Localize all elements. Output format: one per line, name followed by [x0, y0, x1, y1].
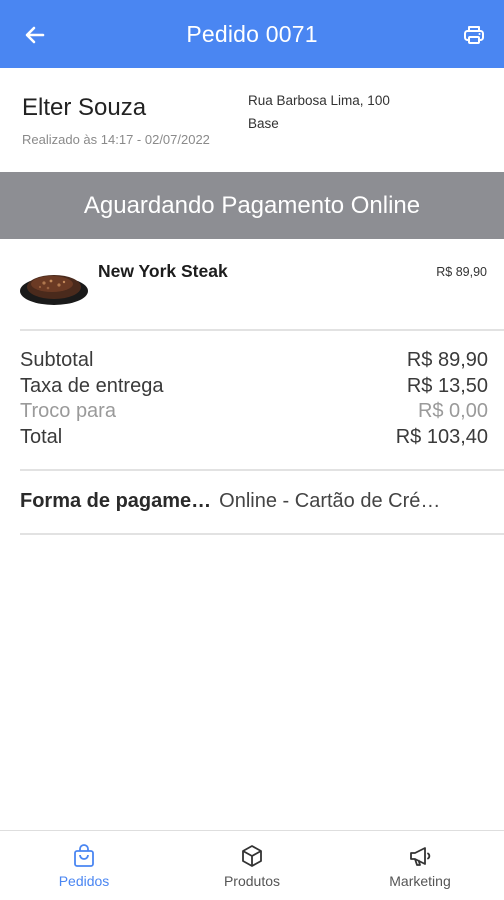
tab-pedidos-label: Pedidos — [58, 873, 110, 889]
bottom-nav: Pedidos Produtos Marketing — [0, 830, 504, 900]
back-button[interactable] — [20, 20, 50, 50]
page-title: Pedido 0071 — [186, 20, 318, 47]
divider — [20, 469, 504, 471]
subtotal-value: R$ 89,90 — [406, 349, 488, 371]
total-label: Total — [20, 425, 63, 448]
customer-info: Elter Souza Realizado às 14:17 - 02/07/2… — [0, 68, 504, 172]
box-icon — [242, 845, 262, 867]
change-row: Troco para R$ 0,00 — [20, 399, 488, 425]
subtotal-row: Subtotal R$ 89,90 — [20, 348, 488, 374]
order-status-banner: Aguardando Pagamento Online — [0, 172, 504, 239]
delivery-fee-label: Taxa de entrega — [20, 374, 164, 397]
tab-marketing[interactable]: Marketing — [336, 831, 504, 900]
tab-produtos[interactable]: Produtos — [168, 831, 336, 900]
order-item: New York Steak R$ 89,90 — [0, 239, 504, 331]
address-line1: Rua Barbosa Lima, 100 — [248, 93, 390, 108]
address-line2: Base — [248, 116, 279, 131]
divider — [20, 533, 504, 535]
payment-method: Forma de pagame… Online - Cartão de Cré… — [20, 490, 488, 513]
change-label: Troco para — [20, 400, 116, 422]
order-totals: Subtotal R$ 89,90 Taxa de entrega R$ 13,… — [20, 348, 488, 450]
item-price: R$ 89,90 — [436, 265, 487, 279]
total-value: R$ 103,40 — [395, 425, 488, 448]
item-name: New York Steak — [98, 261, 228, 281]
steak-image — [20, 275, 88, 305]
change-value: R$ 0,00 — [417, 400, 488, 422]
print-button[interactable] — [460, 21, 488, 49]
delivery-fee-row: Taxa de entrega R$ 13,50 — [20, 374, 488, 400]
megaphone-icon — [410, 847, 431, 866]
order-timestamp: Realizado às 14:17 - 02/07/2022 — [22, 132, 210, 147]
tab-marketing-label: Marketing — [389, 873, 451, 889]
payment-label: Forma de pagame… — [20, 490, 212, 512]
delivery-fee-value: R$ 13,50 — [406, 374, 488, 397]
app-header: Pedido 0071 — [0, 0, 504, 68]
subtotal-label: Subtotal — [20, 349, 94, 371]
shopping-bag-icon — [74, 844, 94, 867]
total-row: Total R$ 103,40 — [20, 425, 488, 451]
printer-icon — [464, 26, 484, 44]
arrow-left-icon — [25, 26, 45, 44]
tab-produtos-label: Produtos — [223, 873, 281, 889]
payment-value: Online - Cartão de Cré… — [219, 490, 441, 512]
customer-name: Elter Souza — [22, 94, 147, 121]
divider — [20, 329, 504, 331]
tab-pedidos[interactable]: Pedidos — [0, 831, 168, 900]
